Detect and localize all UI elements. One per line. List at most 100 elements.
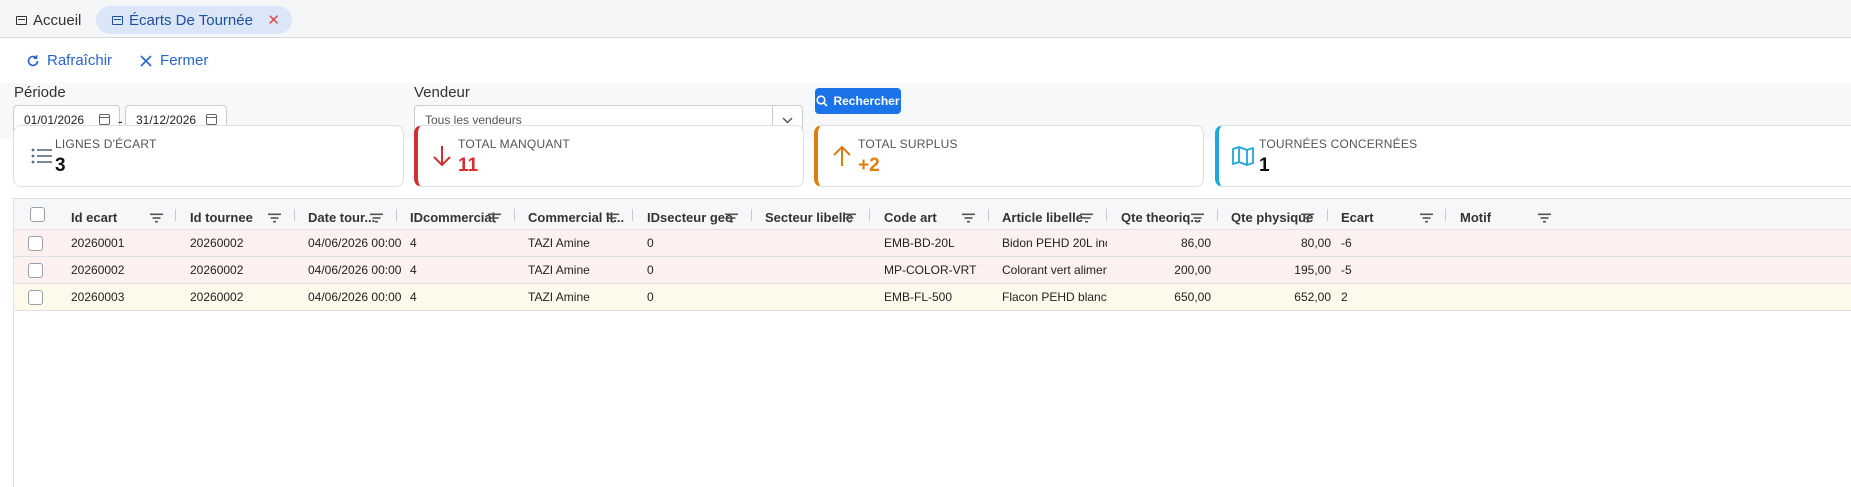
map-icon xyxy=(1229,142,1257,170)
cell-code-art: EMB-FL-500 xyxy=(884,290,953,304)
cell-idsecteur: 0 xyxy=(647,263,654,277)
table-row[interactable]: 20260002 20260002 04/06/2026 00:00 4 TAZI Am… xyxy=(14,257,1851,284)
cell-article: Bidon PEHD 20L indus xyxy=(1002,236,1107,250)
cell-qte-theo: 200,00 xyxy=(1174,263,1211,277)
cell-ecart: -6 xyxy=(1341,236,1352,250)
cell-id-ecart: 20260003 xyxy=(71,290,125,304)
toolbar: Rafraîchir Fermer xyxy=(26,52,208,69)
cell-id-ecart: 20260002 xyxy=(71,263,125,277)
cell-motif xyxy=(1460,230,1575,256)
tab-active-label: Écarts De Tournée xyxy=(129,11,253,29)
tab-bar: Accueil Écarts De Tournée ✕ xyxy=(0,0,1851,38)
cell-id-ecart: 20260001 xyxy=(71,236,125,250)
cell-commercial: TAZI Amine xyxy=(528,263,590,277)
refresh-icon xyxy=(27,54,39,66)
column-separator[interactable] xyxy=(396,209,397,221)
column-header-label: Ecart xyxy=(1341,210,1374,225)
cell-qte-phys: 652,00 xyxy=(1294,290,1331,304)
column-separator[interactable] xyxy=(294,209,295,221)
tab-home-label: Accueil xyxy=(33,11,82,29)
cell-secteur xyxy=(765,284,880,310)
card-tours-label: TOURNÉES CONCERNÉES xyxy=(1259,137,1418,151)
select-all-checkbox[interactable] xyxy=(30,207,45,222)
page-icon xyxy=(16,15,27,25)
cell-motif xyxy=(1460,284,1575,310)
card-surplus-value: +2 xyxy=(858,155,880,176)
cell-secteur xyxy=(765,230,880,256)
card-tours-value: 1 xyxy=(1259,155,1270,176)
arrow-up-icon xyxy=(828,142,856,170)
cell-idsecteur: 0 xyxy=(647,290,654,304)
cell-qte-theo: 650,00 xyxy=(1174,290,1211,304)
cell-commercial: TAZI Amine xyxy=(528,290,590,304)
calendar-icon[interactable] xyxy=(99,114,110,125)
row-checkbox[interactable] xyxy=(28,290,43,305)
cell-idcommercial: 4 xyxy=(410,236,417,250)
column-header-label: Code art xyxy=(884,210,937,225)
table-row[interactable]: 20260001 20260002 04/06/2026 00:00 4 TAZI Am… xyxy=(14,230,1851,257)
column-header-label: Secteur libelle xyxy=(765,210,854,225)
period-label: Période xyxy=(14,84,66,101)
arrow-down-icon xyxy=(428,142,456,170)
cell-date: 04/06/2026 00:00 xyxy=(308,236,402,250)
card-lignes-ecart: LIGNES D'ÉCART 3 xyxy=(13,125,404,187)
cell-idsecteur: 0 xyxy=(647,236,654,250)
tab-home[interactable]: Accueil xyxy=(16,6,81,34)
cell-date: 04/06/2026 00:00 xyxy=(308,263,402,277)
close-icon xyxy=(140,54,152,67)
column-header-label: Id tournee xyxy=(190,210,253,225)
column-separator[interactable] xyxy=(1445,209,1446,221)
grid-header: Id ecart Id tournee Date tour... IDcommerci… xyxy=(14,199,1851,230)
cell-code-art: EMB-BD-20L xyxy=(884,236,955,250)
column-separator[interactable] xyxy=(988,209,989,221)
cell-id-tournee: 20260002 xyxy=(190,236,244,250)
card-lines-value: 3 xyxy=(55,155,66,176)
cell-article: Flacon PEHD blanc 50 xyxy=(1002,290,1107,304)
column-header-label: Article libelle xyxy=(1002,210,1083,225)
close-tab-icon[interactable]: ✕ xyxy=(267,11,280,29)
card-total-surplus: TOTAL SURPLUS +2 xyxy=(814,125,1204,187)
refresh-label: Rafraîchir xyxy=(47,52,113,69)
cell-qte-phys: 80,00 xyxy=(1300,236,1331,250)
data-grid: Id ecart Id tournee Date tour... IDcommerci… xyxy=(13,198,1851,487)
cell-motif xyxy=(1460,257,1575,283)
table-row[interactable]: 20260003 20260002 04/06/2026 00:00 4 TAZI Am… xyxy=(14,284,1851,311)
card-missing-value: 11 xyxy=(458,155,479,176)
calendar-icon[interactable] xyxy=(206,114,217,125)
column-separator[interactable] xyxy=(1106,209,1107,221)
column-header-label: Qte theoriq... xyxy=(1121,210,1202,225)
column-separator[interactable] xyxy=(514,209,515,221)
column-header-label: IDsecteur geo xyxy=(647,210,733,225)
column-header-label: Motif xyxy=(1460,210,1492,225)
cell-id-tournee: 20260002 xyxy=(190,290,244,304)
cell-secteur xyxy=(765,257,880,283)
card-tournees-concernees: TOURNÉES CONCERNÉES 1 xyxy=(1215,125,1851,187)
page-icon xyxy=(112,15,123,25)
card-missing-label: TOTAL MANQUANT xyxy=(458,137,570,151)
close-button[interactable]: Fermer xyxy=(140,52,208,69)
cell-ecart: 2 xyxy=(1341,290,1348,304)
column-separator[interactable] xyxy=(1217,209,1218,221)
cell-id-tournee: 20260002 xyxy=(190,263,244,277)
search-icon xyxy=(816,95,829,107)
cell-article: Colorant vert alimenta xyxy=(1002,263,1107,277)
cell-commercial: TAZI Amine xyxy=(528,236,590,250)
column-header-label: Date tour... xyxy=(308,210,376,225)
row-checkbox[interactable] xyxy=(28,236,43,251)
row-checkbox[interactable] xyxy=(28,263,43,278)
tab-ecarts-tournee[interactable]: Écarts De Tournée ✕ xyxy=(96,6,292,34)
column-separator[interactable] xyxy=(869,209,870,221)
column-header-label: IDcommercial xyxy=(410,210,496,225)
card-surplus-label: TOTAL SURPLUS xyxy=(858,137,958,151)
search-button[interactable]: Rechercher xyxy=(815,88,901,114)
cell-qte-theo: 86,00 xyxy=(1180,236,1211,250)
column-separator[interactable] xyxy=(1327,209,1328,221)
card-lines-label: LIGNES D'ÉCART xyxy=(55,137,157,151)
column-separator[interactable] xyxy=(751,209,752,221)
search-button-label: Rechercher xyxy=(833,94,900,108)
close-label: Fermer xyxy=(160,52,209,69)
refresh-button[interactable]: Rafraîchir xyxy=(26,52,112,69)
column-separator[interactable] xyxy=(632,209,633,221)
cell-ecart: -5 xyxy=(1341,263,1352,277)
column-separator[interactable] xyxy=(175,209,176,221)
